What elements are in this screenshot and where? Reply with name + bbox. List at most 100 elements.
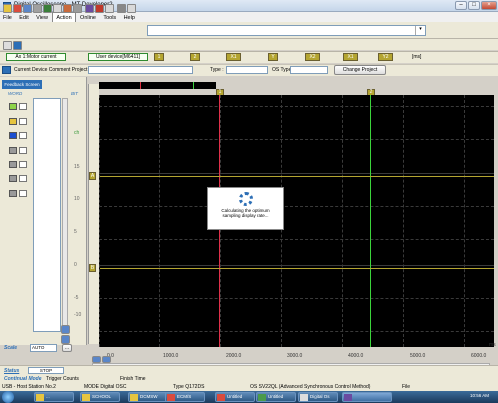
ch6-box[interactable] bbox=[19, 175, 27, 182]
folder-icon bbox=[130, 394, 138, 401]
marker-1: 1 bbox=[154, 53, 164, 61]
finish-time-label: Finish Time bbox=[120, 376, 146, 382]
project-input[interactable] bbox=[88, 66, 193, 74]
channel-a-tag[interactable]: A bbox=[89, 172, 96, 180]
stop-icon[interactable] bbox=[53, 4, 62, 13]
ch7-chip[interactable] bbox=[9, 190, 17, 197]
word-label: WORD bbox=[8, 91, 23, 96]
feedback-screen-button[interactable]: Feedback Screen bbox=[2, 80, 42, 89]
ch3-box[interactable] bbox=[19, 132, 27, 139]
status-value: STOP bbox=[28, 367, 64, 374]
task-item[interactable]: DCMSW bbox=[128, 392, 168, 402]
ch4-box[interactable] bbox=[19, 147, 27, 154]
scale-apply-button[interactable]: … bbox=[62, 344, 72, 352]
ch6-chip[interactable] bbox=[9, 175, 17, 182]
marker-x1: X1 bbox=[226, 53, 241, 61]
change-project-button[interactable]: Change Project bbox=[334, 65, 386, 75]
ch2-box[interactable] bbox=[19, 118, 27, 125]
open-icon[interactable] bbox=[13, 4, 22, 13]
signal-list[interactable] bbox=[33, 98, 61, 332]
doc-icon bbox=[300, 394, 308, 401]
clock: 10:56 AM bbox=[470, 393, 490, 398]
ch2-chip[interactable] bbox=[9, 118, 17, 125]
connection-status: USB - Host Station No.2 bbox=[2, 384, 56, 390]
os-status: OS SV22QL (Advanced Synchronous Control … bbox=[250, 384, 371, 390]
scale-label: -10 bbox=[74, 312, 82, 318]
start-icon[interactable] bbox=[2, 391, 14, 403]
ch5-box[interactable] bbox=[19, 161, 27, 168]
v-gridline bbox=[403, 95, 404, 347]
menu-bar: File Edit View Action Online Tools Help bbox=[0, 12, 498, 24]
window-icon[interactable] bbox=[105, 4, 114, 13]
project-combo[interactable] bbox=[147, 25, 426, 36]
zoom-out-icon[interactable] bbox=[61, 335, 70, 344]
task-item[interactable]: Digital Os bbox=[298, 392, 338, 402]
channel-b-tag[interactable]: B bbox=[89, 264, 96, 272]
task-item[interactable]: Untitled bbox=[215, 392, 255, 402]
print-icon[interactable] bbox=[33, 4, 42, 13]
task-item[interactable]: ECM/S bbox=[165, 392, 205, 402]
save-icon[interactable] bbox=[23, 4, 32, 13]
monitor-icon[interactable] bbox=[13, 41, 22, 50]
axis-info-bar bbox=[0, 51, 498, 63]
zoom-x-out-icon[interactable] bbox=[102, 356, 111, 363]
v-gridline bbox=[464, 95, 465, 347]
cursor-2-line[interactable] bbox=[370, 95, 371, 347]
oscilloscope-icon bbox=[344, 394, 352, 401]
timeline-strip bbox=[99, 82, 216, 89]
x-tick: 3000.0 bbox=[287, 353, 303, 359]
folder-icon bbox=[36, 394, 44, 401]
task-item[interactable]: ... bbox=[34, 392, 74, 402]
close-button[interactable]: × bbox=[481, 1, 497, 10]
ch4-chip[interactable] bbox=[9, 147, 17, 154]
ch5-chip[interactable] bbox=[9, 161, 17, 168]
scale-select[interactable]: AUTO bbox=[30, 344, 57, 352]
zoom-in-icon[interactable] bbox=[61, 325, 70, 334]
run-icon[interactable] bbox=[43, 4, 52, 13]
task-item[interactable]: Untitled bbox=[256, 392, 296, 402]
zoom-icon[interactable] bbox=[73, 4, 82, 13]
scale-label: 0 bbox=[74, 262, 77, 268]
trigger-counts-label: Trigger Counts bbox=[46, 376, 79, 382]
scale-label: -5 bbox=[74, 295, 79, 301]
cursor-icon[interactable] bbox=[95, 4, 104, 13]
task-item-active[interactable] bbox=[342, 392, 392, 402]
type-status: Type Q172DS bbox=[173, 384, 205, 390]
trigger-icon[interactable] bbox=[63, 4, 72, 13]
ch1-chip[interactable] bbox=[9, 103, 17, 110]
ch3-chip[interactable] bbox=[9, 132, 17, 139]
x-tick: 2000.0 bbox=[226, 353, 242, 359]
marker-2: 2 bbox=[190, 53, 200, 61]
settings-icon[interactable] bbox=[117, 4, 126, 13]
type-input[interactable] bbox=[226, 66, 268, 74]
new-icon[interactable] bbox=[3, 4, 12, 13]
v-gridline bbox=[342, 95, 343, 347]
marker-x1b: X1 bbox=[343, 53, 358, 61]
os-type-input[interactable] bbox=[290, 66, 328, 74]
file-status: File bbox=[402, 384, 411, 390]
help-icon[interactable] bbox=[127, 4, 136, 13]
bit-label: BIT bbox=[71, 91, 79, 96]
wave-icon[interactable] bbox=[85, 4, 94, 13]
maximize-button[interactable]: □ bbox=[468, 1, 480, 10]
list-scrollbar[interactable] bbox=[62, 98, 68, 332]
marker-x2: X2 bbox=[305, 53, 320, 61]
x-tick: 1000.0 bbox=[163, 353, 179, 359]
waveform-plot[interactable] bbox=[99, 95, 494, 347]
channel-b-trace bbox=[100, 268, 494, 269]
combo-dropdown-icon[interactable]: ▾ bbox=[415, 26, 425, 35]
marker-y: Y bbox=[268, 53, 278, 61]
unit-label: [ms] bbox=[412, 54, 422, 60]
layout-icon[interactable] bbox=[3, 41, 12, 50]
type-label: Type : bbox=[210, 67, 224, 73]
minimize-button[interactable]: – bbox=[455, 1, 467, 10]
progress-dialog: Calculating the optimum sampling display… bbox=[207, 187, 284, 230]
zoom-x-in-icon[interactable] bbox=[92, 356, 101, 363]
x-unit: ms bbox=[489, 342, 496, 348]
v-gridline bbox=[159, 95, 160, 347]
x-tick: 4000.0 bbox=[348, 353, 364, 359]
ch1-box[interactable] bbox=[19, 103, 27, 110]
task-item[interactable]: SCHOOL bbox=[80, 392, 120, 402]
ch7-box[interactable] bbox=[19, 190, 27, 197]
scale-label: 15 bbox=[74, 164, 80, 170]
